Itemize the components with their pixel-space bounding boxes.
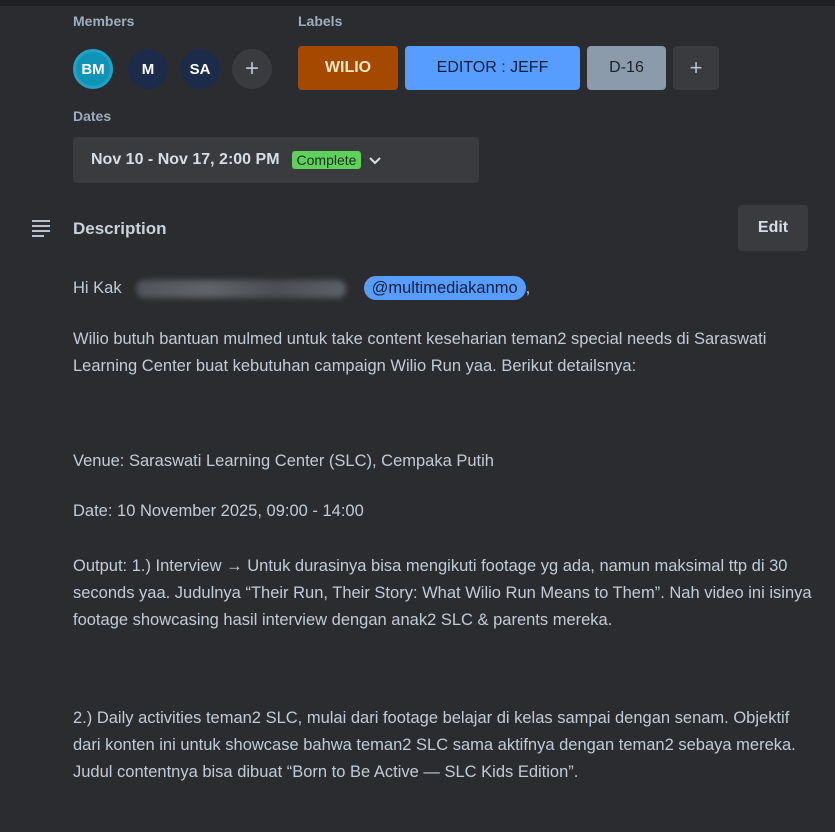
label-d16[interactable]: D-16: [587, 46, 666, 90]
description-date: Date: 10 November 2025, 09:00 - 14:00: [73, 502, 364, 520]
avatar-bm[interactable]: BM: [73, 49, 113, 89]
description-venue: Venue: Saraswati Learning Center (SLC), …: [73, 452, 494, 470]
card-detail-panel: Members BM M SA + Labels WILIO EDITOR : …: [0, 0, 835, 832]
dates-heading: Dates: [73, 108, 112, 124]
greeting-text: Hi Kak: [73, 279, 122, 297]
greeting-comma: ,: [525, 279, 531, 297]
add-member-button[interactable]: +: [232, 49, 272, 89]
description-greeting: Hi Kak @multimediakanmo,: [73, 275, 813, 302]
description-intro: Wilio butuh bantuan mulmed untuk take co…: [73, 330, 767, 375]
label-wilio[interactable]: WILIO: [298, 46, 398, 90]
labels-heading: Labels: [298, 13, 343, 29]
panel-top-edge: [0, 0, 835, 6]
due-date-button[interactable]: Nov 10 - Nov 17, 2:00 PM Complete: [73, 137, 479, 183]
members-heading: Members: [73, 13, 135, 29]
chevron-down-icon: [369, 152, 382, 168]
description-output-1: Output: 1.) Interview → Untuk durasinya …: [73, 557, 812, 629]
description-icon: [32, 220, 52, 240]
description-heading: Description: [73, 219, 167, 238]
description-output-2: 2.) Daily activities teman2 SLC, mulai d…: [73, 709, 796, 781]
redacted-name: [135, 279, 346, 298]
due-date-value: Nov 10 - Nov 17, 2:00 PM: [91, 151, 280, 168]
mention-chip[interactable]: @multimediakanmo: [363, 276, 526, 300]
complete-badge: Complete: [291, 151, 362, 169]
avatar-sa[interactable]: SA: [180, 49, 220, 89]
edit-description-button[interactable]: Edit: [738, 205, 808, 251]
add-label-button[interactable]: +: [673, 46, 719, 90]
avatar-m[interactable]: M: [128, 49, 168, 89]
label-editor-jeff[interactable]: EDITOR : JEFF: [405, 46, 580, 90]
